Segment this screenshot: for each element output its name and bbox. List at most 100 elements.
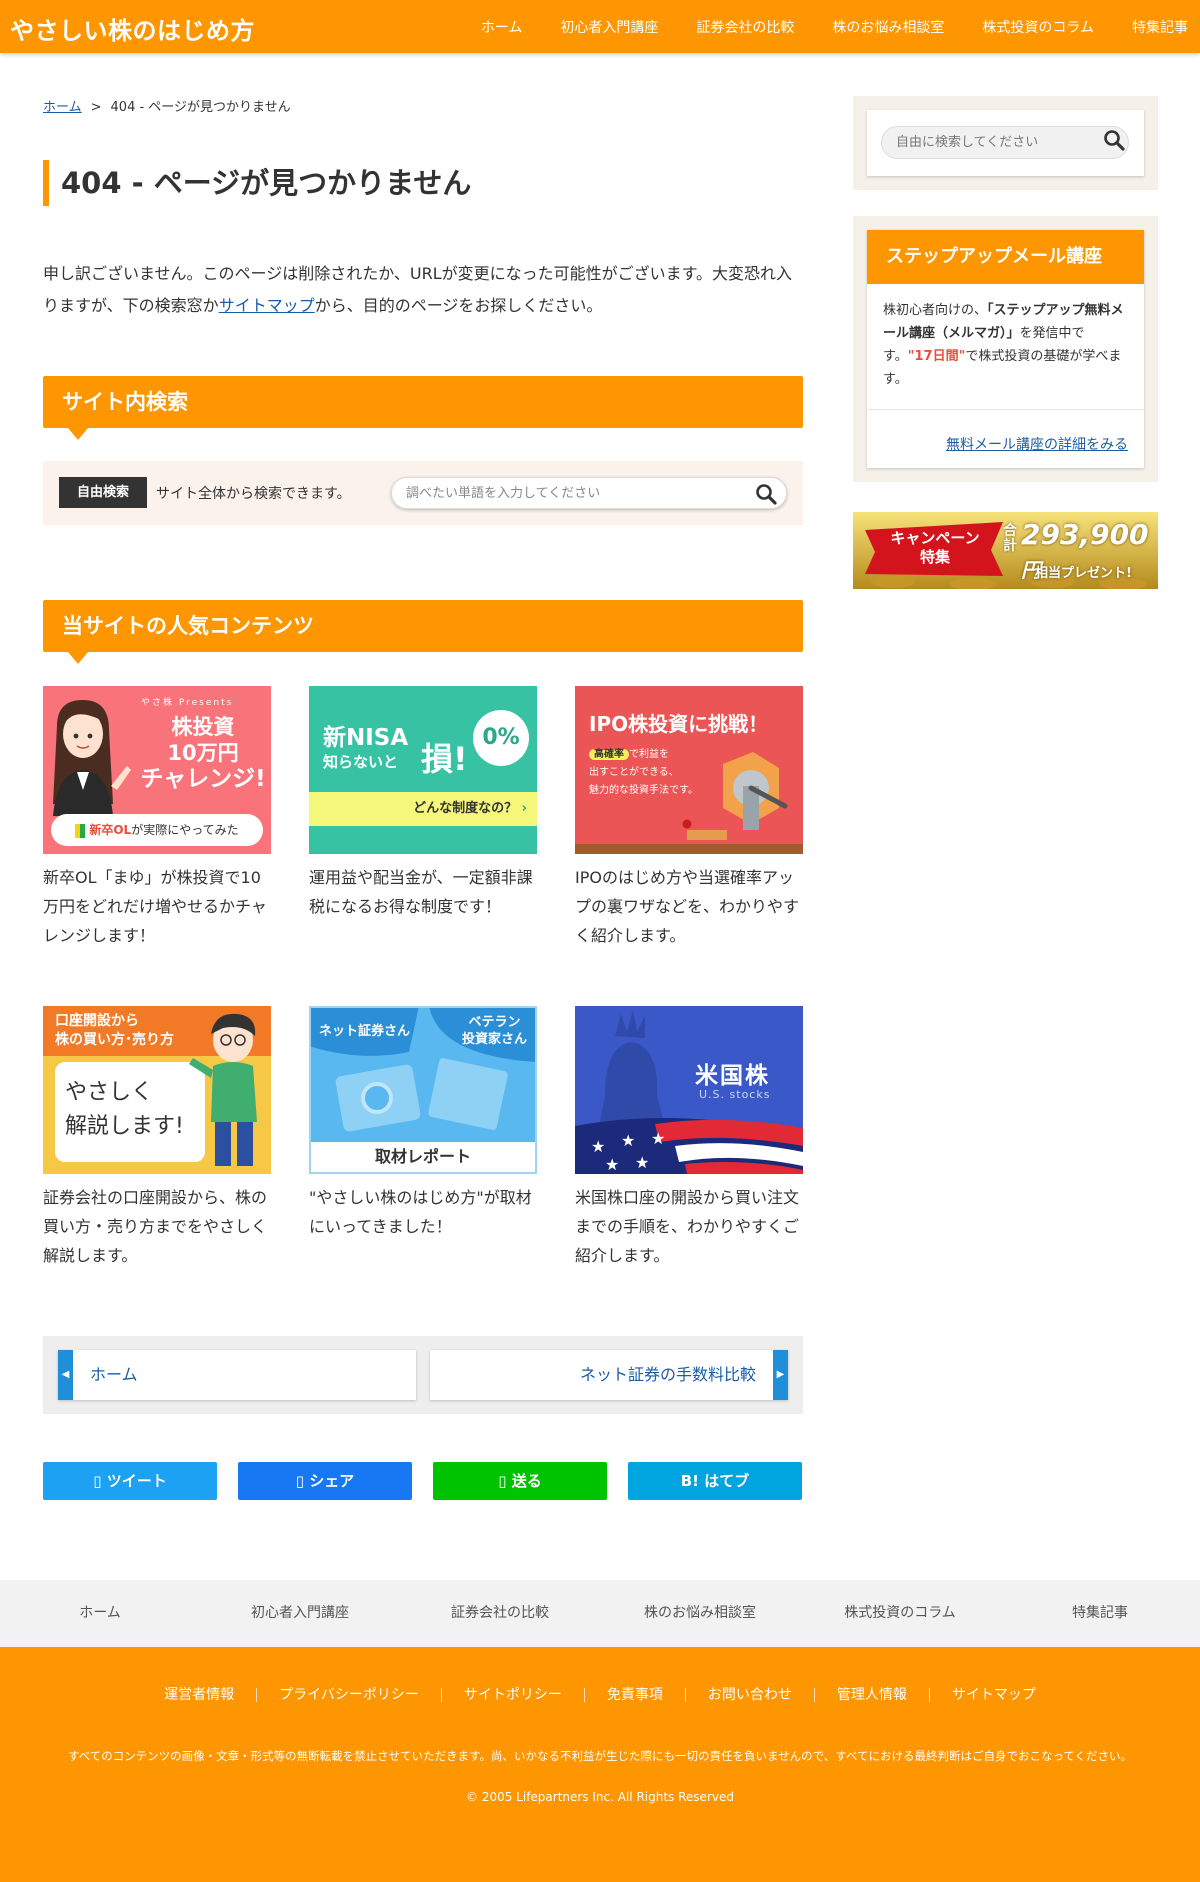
footer-nav-feature[interactable]: 特集記事 bbox=[1000, 1580, 1200, 1647]
footer-link-disclaimer[interactable]: 免責事項 bbox=[607, 1687, 663, 1703]
facebook-share-button[interactable]: ▯ シェア bbox=[238, 1462, 412, 1500]
card2-sub: 知らないと bbox=[323, 753, 399, 771]
card-ol-challenge[interactable]: やさ株 Presents 株投資 10万円 チャレンジ! 新卒OLが実際にやって… bbox=[43, 686, 271, 950]
sidebar: ステップアップメール講座 株初心者向けの、「ステップアップ無料メール講座（メルマ… bbox=[853, 96, 1158, 589]
breadcrumb: ホーム >404 - ページが見つかりません bbox=[43, 96, 803, 120]
svg-text:★: ★ bbox=[621, 1131, 635, 1150]
nav-feature[interactable]: 特集記事 bbox=[1132, 17, 1188, 37]
mail-course-detail-link[interactable]: 無料メール講座の詳細をみる bbox=[946, 434, 1128, 454]
card6-sub: U.S. stocks bbox=[699, 1088, 771, 1101]
card-desc: 新卒OL「まゆ」が株投資で10万円をどれだけ増やせるかチャレンジします！ bbox=[43, 868, 267, 945]
card2-big: 損! bbox=[421, 740, 468, 778]
card-account-opening[interactable]: 口座開設から 株の買い方･売り方 やさしく 解説します! 証券会社の口座開設から… bbox=[43, 1006, 271, 1270]
site-footer: 運営者情報 プライバシーポリシー サイトポリシー 免責事項 お問い合わせ 管理人情報 サイト… bbox=[0, 1647, 1200, 1882]
line-send-button[interactable]: ▯ 送る bbox=[433, 1462, 607, 1500]
footer-link-contact[interactable]: お問い合わせ bbox=[708, 1687, 792, 1703]
footer-nav-consultation[interactable]: 株のお悩み相談室 bbox=[600, 1580, 800, 1647]
footer-links: 運営者情報 プライバシーポリシー サイトポリシー 免責事項 お問い合わせ 管理人情報 サイト… bbox=[0, 1684, 1200, 1704]
copyright: © 2005 Lifepartners Inc. All Rights Rese… bbox=[466, 1790, 734, 1804]
nav-beginner-course[interactable]: 初心者入門講座 bbox=[560, 17, 658, 37]
campaign-total-2: 計 bbox=[1003, 538, 1017, 554]
footer-link-privacy[interactable]: プライバシーポリシー bbox=[279, 1687, 419, 1703]
nav-broker-compare[interactable]: 証券会社の比較 bbox=[696, 17, 794, 37]
line-label: 送る bbox=[511, 1472, 542, 1490]
card2-bar-text: どんな制度なの？ bbox=[413, 801, 518, 816]
card-image-nisa[interactable]: 新NISA 知らないと 損! 0% どんな制度なの？ › bbox=[309, 686, 537, 854]
site-search-heading: サイト内検索 bbox=[43, 376, 803, 440]
breadcrumb-home[interactable]: ホーム bbox=[43, 100, 82, 115]
sidebar-search-card bbox=[867, 110, 1144, 176]
card-ipo[interactable]: IPO株投資に挑戦！ 高確率 で利益を 出すことができる、 魅力的な投資手法です。… bbox=[575, 686, 803, 950]
tweet-button[interactable]: ▯ ツイート bbox=[43, 1462, 217, 1500]
card-image-account-opening[interactable]: 口座開設から 株の買い方･売り方 やさしく 解説します! bbox=[43, 1006, 271, 1174]
search-input[interactable] bbox=[406, 478, 736, 508]
sidebar-search-widget bbox=[853, 96, 1158, 190]
nav-consultation[interactable]: 株のお悩み相談室 bbox=[832, 17, 944, 37]
svg-text:★: ★ bbox=[605, 1155, 619, 1174]
campaign-banner[interactable]: キャンペーン 特集 合 計 293,900円 相当プレゼント! bbox=[853, 512, 1158, 589]
nav-column[interactable]: 株式投資のコラム bbox=[982, 17, 1094, 37]
prev-next-nav: ◀ ホーム ネット証券の手数料比較 ▶ bbox=[43, 1336, 803, 1414]
next-post-title: ネット証券の手数料比較 bbox=[579, 1365, 756, 1384]
prev-post-link[interactable]: ◀ ホーム bbox=[58, 1350, 416, 1400]
sidebar-search-input[interactable] bbox=[896, 127, 1086, 158]
global-nav: ホーム 初心者入門講座 証券会社の比較 株のお悩み相談室 株式投資のコラム 特集… bbox=[462, 0, 1200, 53]
prev-post-title: ホーム bbox=[90, 1365, 138, 1384]
mail-course-heading: ステップアップメール講座 bbox=[867, 230, 1144, 284]
footer-divider bbox=[928, 1688, 930, 1702]
footer-divider bbox=[440, 1688, 442, 1702]
sitemap-link[interactable]: サイトマップ bbox=[219, 296, 315, 315]
footer-nav-beginner-course[interactable]: 初心者入門講座 bbox=[200, 1580, 400, 1647]
intro-text: 申し訳ございません。このページは削除されたか、URLが変更になった可能性がござい… bbox=[43, 258, 803, 322]
campaign-amount-value: 293,900 bbox=[1021, 518, 1149, 551]
footer-divider bbox=[684, 1688, 686, 1702]
intro-text-2: から、目的のページをお探しください。 bbox=[314, 296, 603, 315]
card2-title: 新NISA 知らないと bbox=[323, 724, 408, 772]
breadcrumb-current: 404 - ページが見つかりません bbox=[110, 100, 291, 115]
search-icon[interactable] bbox=[1102, 128, 1126, 152]
share-buttons: ▯ ツイート ▯ シェア ▯ 送る B! はてブ bbox=[43, 1462, 803, 1500]
card5-right-1: ベテラン bbox=[468, 1015, 521, 1030]
card5-right: ベテラン 投資家さん bbox=[462, 1014, 527, 1048]
card-image-ol-challenge[interactable]: やさ株 Presents 株投資 10万円 チャレンジ! 新卒OLが実際にやって… bbox=[43, 686, 271, 854]
footer-nav-home[interactable]: ホーム bbox=[0, 1580, 200, 1647]
footer-divider bbox=[583, 1688, 585, 1702]
search-field bbox=[391, 477, 787, 509]
footer-nav-broker-compare[interactable]: 証券会社の比較 bbox=[400, 1580, 600, 1647]
footer-link-operator[interactable]: 運営者情報 bbox=[164, 1687, 234, 1703]
card-image-us-stocks[interactable]: ★ ★ ★ ★ ★ 米国株 U.S. stocks bbox=[575, 1006, 803, 1174]
card2-badge: 0% bbox=[473, 710, 529, 766]
card1-ribbon: 新卒OLが実際にやってみた bbox=[51, 814, 263, 846]
site-logo[interactable]: やさしい株のはじめ方 bbox=[10, 11, 255, 46]
footer-link-admin[interactable]: 管理人情報 bbox=[837, 1687, 907, 1703]
search-icon[interactable] bbox=[754, 482, 778, 506]
campaign-total-label: 合 計 bbox=[1003, 524, 1017, 554]
footer-nav-column[interactable]: 株式投資のコラム bbox=[800, 1580, 1000, 1647]
hatena-bookmark-button[interactable]: B! はてブ bbox=[628, 1462, 802, 1500]
card-desc: 米国株口座の開設から買い注文までの手順を、わかりやすくご紹介します。 bbox=[575, 1188, 800, 1265]
card-interview-report[interactable]: ネット証券さん ベテラン 投資家さん 取材レポート "やさしい株のはじめ方"が取… bbox=[309, 1006, 537, 1241]
card-image-interview[interactable]: ネット証券さん ベテラン 投資家さん 取材レポート bbox=[309, 1006, 537, 1174]
site-search-box: 自由検索 サイト全体から検索できます。 bbox=[43, 461, 803, 525]
mail-course-text: 株初心者向けの、「ステップアップ無料メール講座（メルマガ）」を発信中です。"17… bbox=[867, 284, 1144, 410]
breadcrumb-separator: > bbox=[90, 100, 102, 115]
footer-link-sitemap[interactable]: サイトマップ bbox=[952, 1687, 1036, 1703]
pointing-man-illustration bbox=[189, 1013, 257, 1166]
card-nisa[interactable]: 新NISA 知らないと 損! 0% どんな制度なの？ › 運用益や配当金が、一定… bbox=[309, 686, 537, 921]
nav-home[interactable]: ホーム bbox=[481, 17, 523, 37]
campaign-label-1: キャンペーン bbox=[890, 529, 980, 547]
next-post-link[interactable]: ネット証券の手数料比較 ▶ bbox=[430, 1350, 788, 1400]
search-tag: 自由検索 bbox=[59, 477, 147, 508]
page-title: 404 - ページが見つかりません bbox=[43, 160, 803, 206]
card-us-stocks[interactable]: ★ ★ ★ ★ ★ 米国株 U.S. stocks 米国株口座の開設から買い注文までの手… bbox=[575, 1006, 803, 1270]
lottery-machine-illustration bbox=[575, 752, 803, 854]
popular-heading: 当サイトの人気コンテンツ bbox=[43, 600, 803, 664]
card1-title-1: 株投資 bbox=[171, 715, 235, 739]
mail-course-card: ステップアップメール講座 株初心者向けの、「ステップアップ無料メール講座（メルマ… bbox=[867, 230, 1144, 468]
footer-link-site-policy[interactable]: サイトポリシー bbox=[464, 1687, 562, 1703]
card-desc: IPOのはじめ方や当選確率アップの裏ワザなどを、わかりやすく紹介します。 bbox=[575, 868, 800, 945]
site-header: やさしい株のはじめ方 ホーム 初心者入門講座 証券会社の比較 株のお悩み相談室 … bbox=[0, 0, 1200, 53]
line-icon: ▯ bbox=[498, 1472, 512, 1490]
card-image-ipo[interactable]: IPO株投資に挑戦！ 高確率 で利益を 出すことができる、 魅力的な投資手法です。 bbox=[575, 686, 803, 854]
hatena-label: B! はてブ bbox=[680, 1472, 750, 1490]
